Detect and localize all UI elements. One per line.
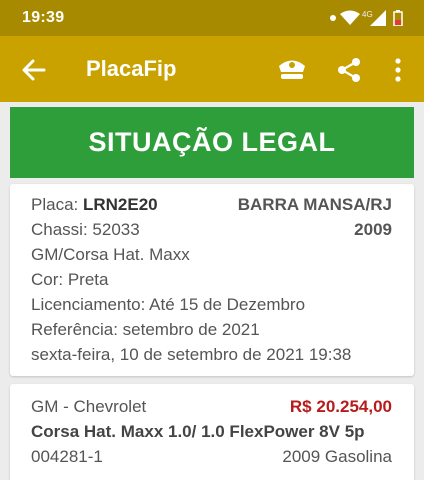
police-hat-icon[interactable] — [276, 57, 308, 83]
signal-icon — [370, 10, 386, 26]
consulta-datetime: sexta-feira, 10 de setembro de 2021 19:3… — [31, 345, 352, 364]
status-time: 19:39 — [22, 9, 65, 26]
licenciamento: Licenciamento: Até 15 de Dezembro — [31, 295, 306, 314]
location: BARRA MANSA/RJ — [237, 195, 392, 214]
fipe-price: R$ 20.254,00 — [289, 397, 392, 416]
fipe-model: Corsa Hat. Maxx 1.0/ 1.0 FlexPower 8V 5p — [31, 422, 365, 441]
share-icon[interactable] — [336, 57, 362, 83]
vehicle-year: 2009 — [354, 220, 392, 239]
back-arrow-icon[interactable] — [18, 55, 48, 85]
fipe-code: 004281-1 — [31, 447, 103, 466]
placa-label: Placa: — [31, 195, 79, 214]
status-bar: 19:39 4G — [0, 0, 424, 36]
status-banner: SITUAÇÃO LEGAL — [10, 107, 414, 178]
more-vert-icon[interactable] — [388, 56, 408, 84]
battery-icon — [393, 10, 403, 26]
placa-row: Placa: LRN2E20 — [31, 195, 158, 215]
fipe-brand: GM - Chevrolet — [31, 397, 147, 416]
vehicle-color: Cor: Preta — [31, 270, 109, 289]
app-title: PlacaFip — [86, 56, 177, 81]
fipe-card[interactable]: GM - Chevrolet R$ 20.254,00 Corsa Hat. M… — [10, 384, 414, 480]
placa-value: LRN2E20 — [82, 195, 158, 214]
fipe-year-fuel: 2009 Gasolina — [282, 447, 392, 466]
brand-model: GM/Corsa Hat. Maxx — [31, 245, 190, 264]
app-bar: PlacaFip — [0, 36, 424, 102]
notification-dot-icon — [330, 15, 336, 21]
wifi-icon — [340, 10, 360, 25]
vehicle-info-card: Placa: LRN2E20 BARRA MANSA/RJ Chassi: 52… — [10, 184, 414, 376]
chassi: Chassi: 52033 — [31, 220, 140, 239]
referencia: Referência: setembro de 2021 — [31, 320, 260, 339]
